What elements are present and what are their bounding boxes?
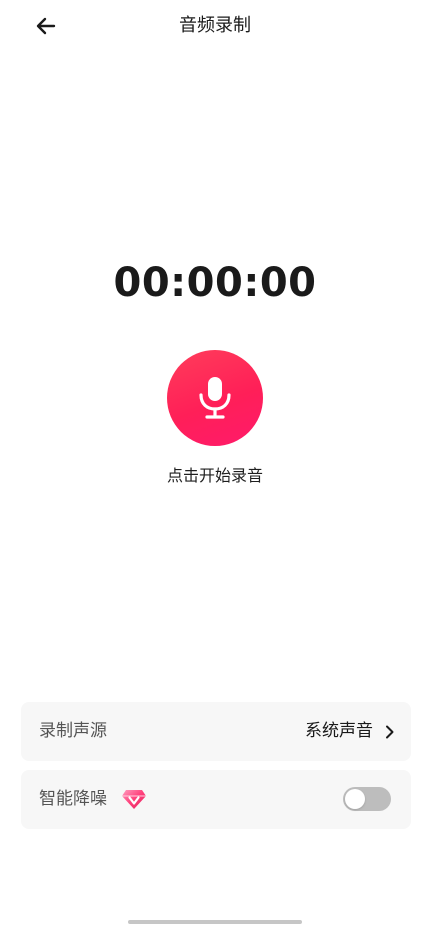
chevron-right-icon bbox=[383, 725, 397, 739]
header-bar: 音频录制 bbox=[0, 0, 430, 52]
record-hint: 点击开始录音 bbox=[166, 466, 263, 485]
microphone-icon bbox=[199, 377, 231, 419]
recording-source-selector[interactable]: 系统声音 bbox=[305, 719, 397, 744]
vip-diamond-icon bbox=[122, 790, 146, 809]
record-button[interactable] bbox=[167, 350, 263, 446]
recording-timer: 00:00:00 bbox=[113, 260, 317, 306]
toggle-knob bbox=[345, 789, 365, 809]
home-indicator bbox=[128, 920, 302, 924]
noise-reduction-label: 智能降噪 bbox=[39, 789, 107, 809]
noise-reduction-toggle[interactable] bbox=[343, 787, 391, 811]
recording-source-label: 录制声源 bbox=[39, 721, 107, 741]
noise-reduction-row: 智能降噪 bbox=[21, 770, 411, 829]
page-title: 音频录制 bbox=[179, 15, 251, 36]
recording-source-value: 系统声音 bbox=[305, 721, 373, 741]
recording-source-row[interactable]: 录制声源 系统声音 bbox=[21, 702, 411, 761]
